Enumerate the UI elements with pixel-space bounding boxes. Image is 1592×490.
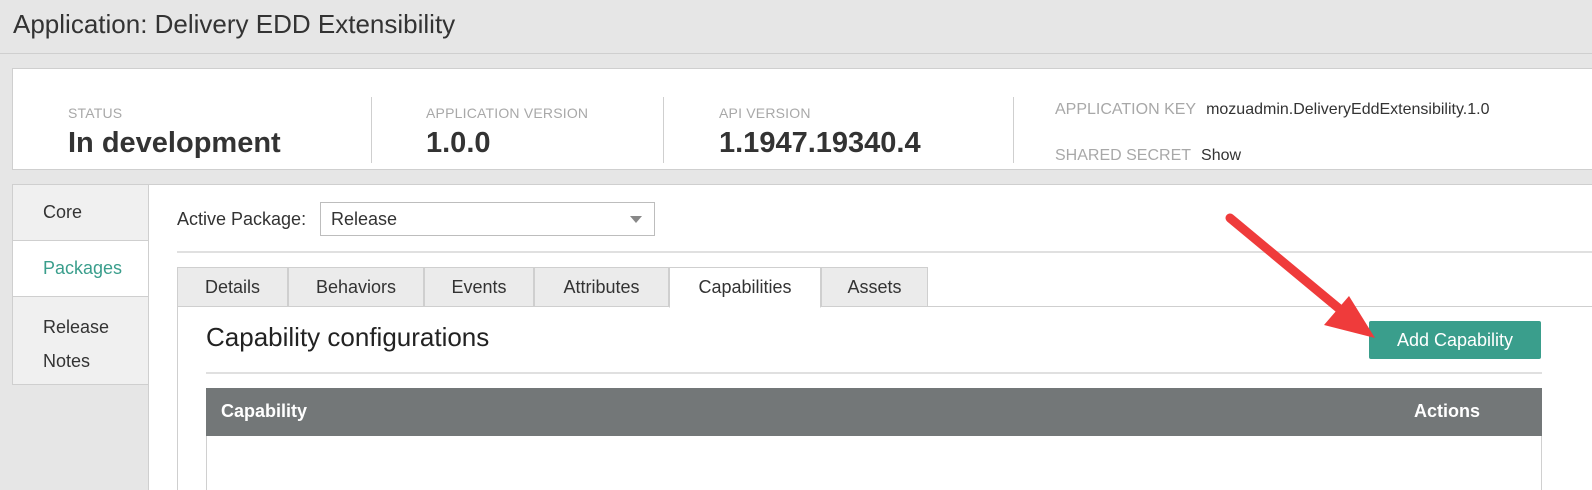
column-header-actions: Actions xyxy=(1413,401,1480,421)
divider xyxy=(1013,97,1014,163)
app-key-value: mozuadmin.DeliveryEddExtensibility.1.0 xyxy=(1206,101,1490,118)
capabilities-table-header: Capability Actions xyxy=(206,388,1542,436)
app-version-value: 1.0.0 xyxy=(426,127,491,159)
page-header: Application: Delivery EDD Extensibility xyxy=(0,0,1592,54)
tab-assets[interactable]: Assets xyxy=(821,267,928,307)
sidebar-item-label: Notes xyxy=(43,351,91,371)
sidebar-item-label: Packages xyxy=(43,258,123,278)
app-version-label: APPLICATION VERSION xyxy=(426,105,589,121)
tab-label: Capabilities xyxy=(698,277,792,297)
section-title: Capability configurations xyxy=(206,322,490,352)
capabilities-table-body xyxy=(206,436,1542,490)
shared-secret-row: SHARED SECRET Show xyxy=(1055,147,1241,165)
tab-capabilities[interactable]: Capabilities xyxy=(669,267,821,308)
tab-events[interactable]: Events xyxy=(424,267,534,307)
app-key-row: APPLICATION KEY mozuadmin.DeliveryEddExte… xyxy=(1055,101,1489,119)
divider xyxy=(663,97,664,163)
sidebar-item-label: Release xyxy=(43,317,110,337)
api-version-label: API VERSION xyxy=(719,105,811,121)
add-capability-button[interactable]: Add Capability xyxy=(1369,321,1541,359)
tab-behaviors[interactable]: Behaviors xyxy=(288,267,424,307)
shared-secret-label: SHARED SECRET xyxy=(1055,147,1192,164)
tab-label: Assets xyxy=(847,277,902,297)
divider xyxy=(371,97,372,163)
api-version-value: 1.1947.19340.4 xyxy=(719,127,921,159)
tab-label: Details xyxy=(204,277,261,297)
active-package-select[interactable]: Release xyxy=(320,202,655,236)
tab-attributes[interactable]: Attributes xyxy=(534,267,669,307)
app-key-label: APPLICATION KEY xyxy=(1055,101,1197,118)
tab-label: Behaviors xyxy=(315,277,397,297)
divider xyxy=(177,251,1592,253)
capabilities-panel: Capability configurations Add Capability… xyxy=(177,306,1592,490)
status-label: STATUS xyxy=(68,105,123,121)
chevron-down-icon xyxy=(630,216,642,223)
shared-secret-show-link[interactable]: Show xyxy=(1201,147,1241,164)
active-package-value: Release xyxy=(331,209,398,229)
package-content: Active Package: Release Details Behavior… xyxy=(148,184,1592,490)
sidebar-item-core[interactable]: Core xyxy=(12,184,149,241)
column-header-capability: Capability xyxy=(221,401,308,421)
divider xyxy=(206,372,1542,374)
tab-details[interactable]: Details xyxy=(177,267,288,307)
page-title: Application: Delivery EDD Extensibility xyxy=(13,9,456,39)
sidebar-item-packages[interactable]: Packages xyxy=(12,240,149,297)
status-value: In development xyxy=(68,127,281,159)
active-package-label: Active Package: xyxy=(177,209,307,229)
tab-label: Attributes xyxy=(563,277,640,297)
app-info-panel: STATUS In development APPLICATION VERSIO… xyxy=(12,68,1592,170)
sidebar-nav: Core Packages Release Notes xyxy=(12,184,149,385)
tab-label: Events xyxy=(451,277,507,297)
sidebar-item-label: Core xyxy=(43,202,83,222)
sidebar-item-release-notes[interactable]: Release Notes xyxy=(12,296,149,385)
